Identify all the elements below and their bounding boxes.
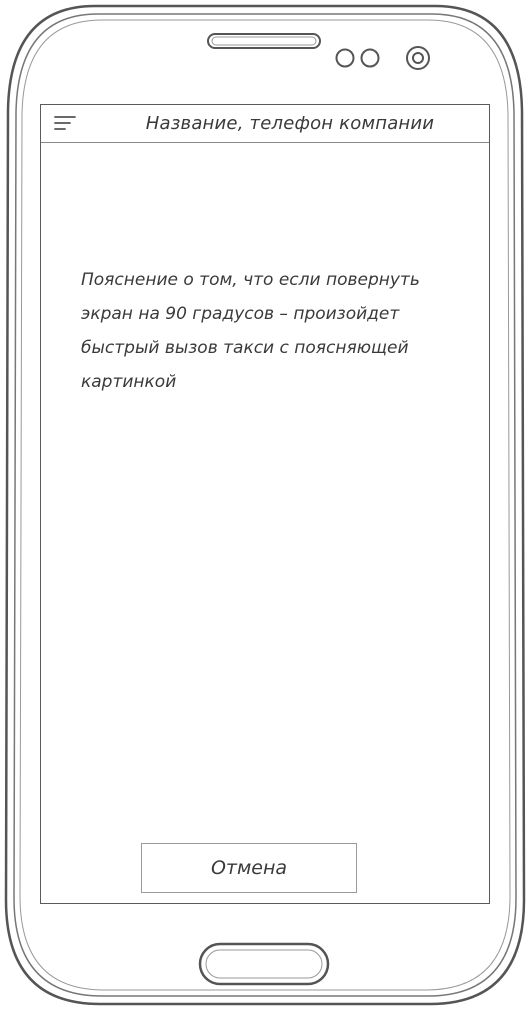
top-bar: Название, телефон компании [41, 105, 489, 143]
rotation-explanation-text: Пояснение о том, что если повернуть экра… [81, 270, 420, 392]
page-title: Название, телефон компании [145, 113, 435, 134]
cancel-button[interactable]: Отмена [141, 843, 357, 893]
hamburger-menu-icon[interactable] [53, 113, 77, 133]
phone-screen: Название, телефон компании Пояснение о т… [40, 104, 490, 904]
